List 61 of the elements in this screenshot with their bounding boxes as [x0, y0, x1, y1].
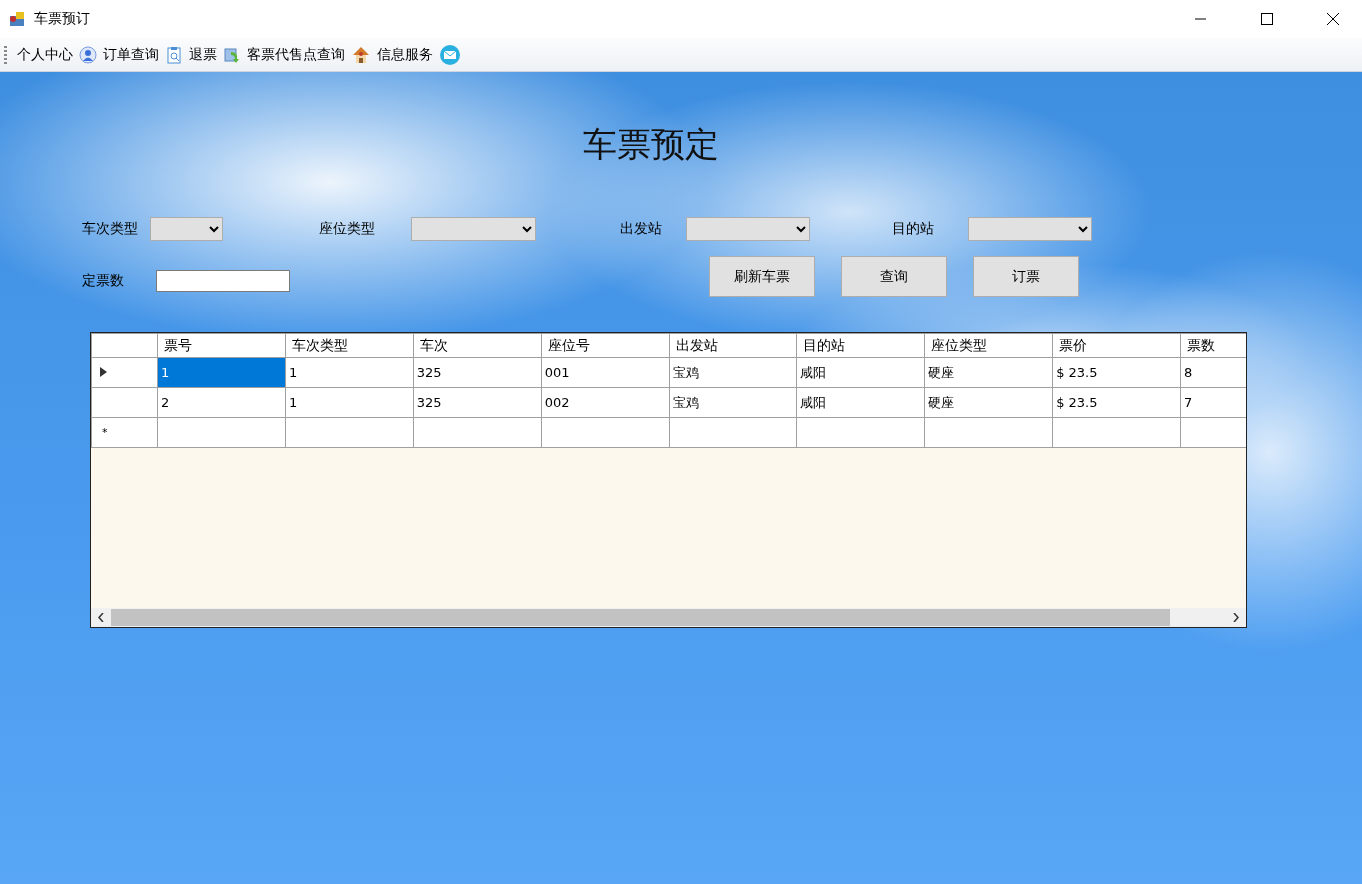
toolbar-item[interactable]: 退票: [187, 45, 219, 64]
page-heading: 车票预定: [582, 123, 720, 166]
table-cell: 325: [413, 387, 542, 418]
quantity-label: 定票数: [82, 272, 124, 290]
scroll-right-icon[interactable]: [1233, 613, 1239, 622]
close-icon[interactable]: [1327, 13, 1339, 25]
column-header[interactable]: 座位类型: [924, 333, 1053, 358]
table-cell: $ 23.5: [1052, 387, 1181, 418]
filter-label: 车次类型: [82, 220, 138, 238]
column-header[interactable]: 车次: [413, 333, 542, 358]
house-icon[interactable]: [351, 44, 371, 65]
table-cell: 2: [157, 387, 286, 418]
app-icon: [8, 10, 26, 28]
table-cell: 宝鸡: [669, 387, 797, 418]
table-cell: 325: [413, 357, 542, 388]
table-cell: 002: [541, 387, 669, 418]
mail-icon[interactable]: [439, 43, 461, 66]
action-button[interactable]: 查询: [841, 256, 947, 297]
column-header[interactable]: 出发站: [669, 333, 797, 358]
table-cell: 1: [285, 357, 414, 388]
filter-label: 座位类型: [319, 220, 375, 238]
scroll-left-icon[interactable]: [98, 613, 104, 622]
dropdown[interactable]: [411, 217, 536, 241]
filter-label: 出发站: [620, 220, 662, 238]
column-header[interactable]: 座位号: [541, 333, 669, 358]
table-cell: 宝鸡: [669, 357, 797, 388]
table-cell: 1: [157, 357, 286, 388]
scrollbar-thumb[interactable]: [111, 609, 1170, 626]
column-header[interactable]: 票价: [1052, 333, 1181, 358]
new-row-marker: *: [91, 417, 158, 448]
row-header[interactable]: [91, 387, 158, 418]
maximize-icon[interactable]: [1261, 13, 1273, 25]
toolbar-item[interactable]: 客票代售点查询: [245, 45, 347, 64]
dropdown[interactable]: [686, 217, 810, 241]
table-cell: 硬座: [924, 387, 1053, 418]
action-button[interactable]: 订票: [973, 256, 1079, 297]
person-icon[interactable]: [79, 45, 97, 64]
toolbar-item[interactable]: 订单查询: [101, 45, 161, 64]
dropdown[interactable]: [150, 217, 223, 241]
table-cell: $ 23.5: [1052, 357, 1181, 388]
column-header[interactable]: 票数: [1180, 333, 1246, 358]
table-cell: 咸阳: [796, 357, 925, 388]
refresh-icon[interactable]: [223, 45, 241, 64]
column-header[interactable]: 车次类型: [285, 333, 414, 358]
table-cell: 咸阳: [796, 387, 925, 418]
dropdown[interactable]: [968, 217, 1092, 241]
current-row-icon: [100, 367, 107, 377]
row-header[interactable]: [91, 357, 158, 388]
column-header[interactable]: 票号: [157, 333, 286, 358]
column-header[interactable]: 目的站: [796, 333, 925, 358]
window-title: 车票预订: [34, 10, 91, 28]
toolbar-item[interactable]: 信息服务: [375, 45, 435, 64]
filter-label: 目的站: [892, 220, 934, 238]
table-cell: 001: [541, 357, 669, 388]
table-cell: 1: [285, 387, 414, 418]
row-header: [91, 333, 158, 358]
action-button[interactable]: 刷新车票: [709, 256, 815, 297]
table-cell: 硬座: [924, 357, 1053, 388]
toolbar-item[interactable]: 个人中心: [15, 45, 75, 64]
clipboard-icon[interactable]: [165, 45, 183, 64]
quantity-field[interactable]: [156, 270, 290, 292]
